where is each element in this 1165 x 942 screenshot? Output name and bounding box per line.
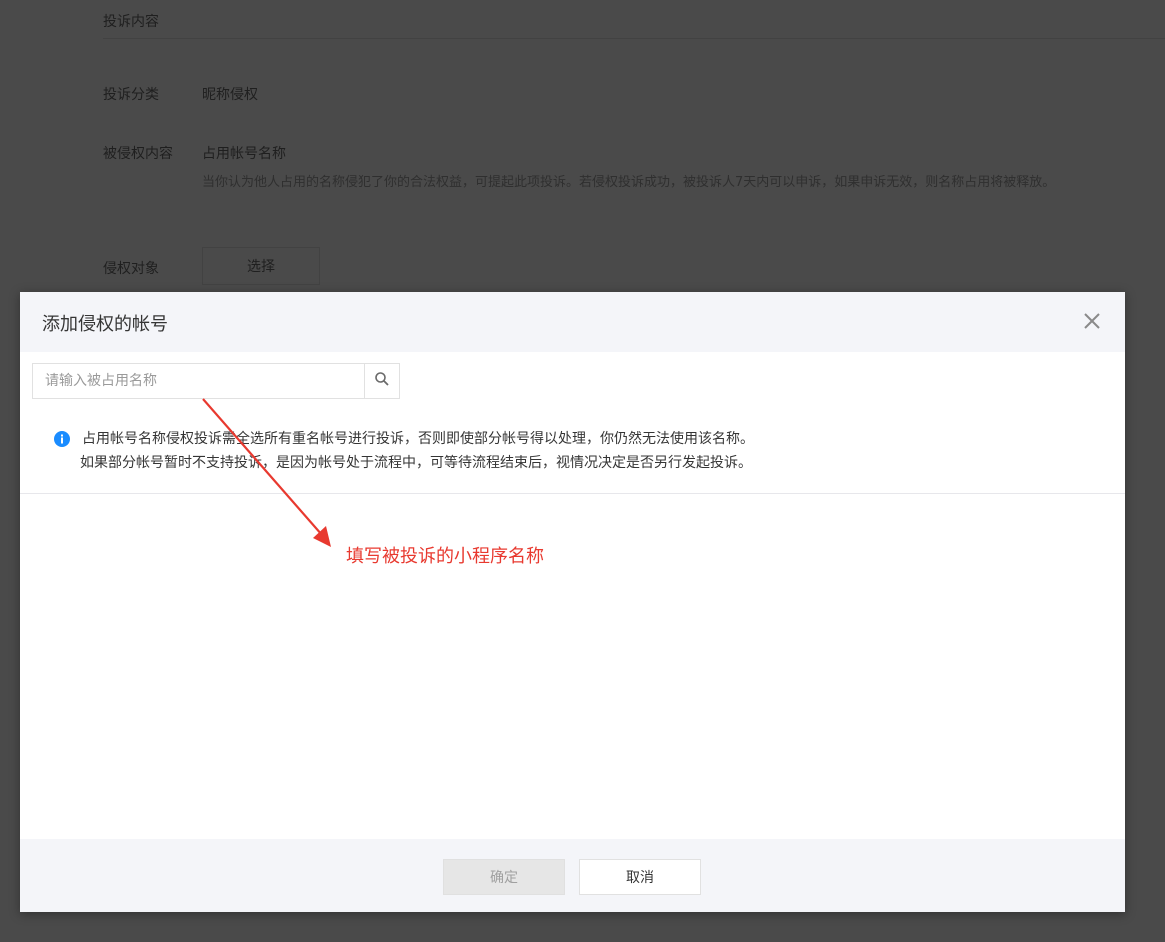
search-input[interactable] bbox=[33, 364, 365, 398]
field-label-target: 侵权对象 bbox=[103, 261, 159, 277]
field-value-content: 占用帐号名称 bbox=[202, 146, 286, 162]
select-target-button[interactable]: 选择 bbox=[202, 247, 320, 285]
field-label-category: 投诉分类 bbox=[103, 87, 159, 103]
modal-title: 添加侵权的帐号 bbox=[42, 314, 168, 335]
section-title: 投诉内容 bbox=[103, 14, 159, 30]
field-value-category: 昵称侵权 bbox=[202, 87, 258, 103]
field-label-content: 被侵权内容 bbox=[103, 146, 173, 162]
section-divider bbox=[103, 38, 1165, 39]
modal-header: 添加侵权的帐号 bbox=[20, 292, 1125, 352]
notice-line-2: 如果部分帐号暂时不支持投诉，是因为帐号处于流程中，可等待流程结束后，视情况决定是… bbox=[80, 455, 752, 471]
close-icon[interactable] bbox=[1081, 310, 1103, 332]
field-description: 当你认为他人占用的名称侵犯了你的合法权益，可提起此项投诉。若侵权投诉成功，被投诉… bbox=[202, 175, 1056, 190]
modal-divider bbox=[20, 493, 1125, 494]
notice-line-1: 占用帐号名称侵权投诉需全选所有重名帐号进行投诉，否则即使部分帐号得以处理，你仍然… bbox=[82, 431, 754, 447]
modal-footer: 确定 取消 bbox=[20, 839, 1125, 912]
cancel-button[interactable]: 取消 bbox=[579, 859, 701, 895]
notice: 占用帐号名称侵权投诉需全选所有重名帐号进行投诉，否则即使部分帐号得以处理，你仍然… bbox=[54, 427, 754, 475]
confirm-button[interactable]: 确定 bbox=[443, 859, 565, 895]
add-account-modal: 添加侵权的帐号 占用帐号名称侵权投诉需全 bbox=[20, 292, 1125, 912]
search-button[interactable] bbox=[364, 364, 399, 398]
info-icon bbox=[54, 431, 70, 447]
search-icon bbox=[374, 371, 390, 391]
search-box bbox=[32, 363, 400, 399]
annotation-label: 填写被投诉的小程序名称 bbox=[346, 546, 544, 567]
